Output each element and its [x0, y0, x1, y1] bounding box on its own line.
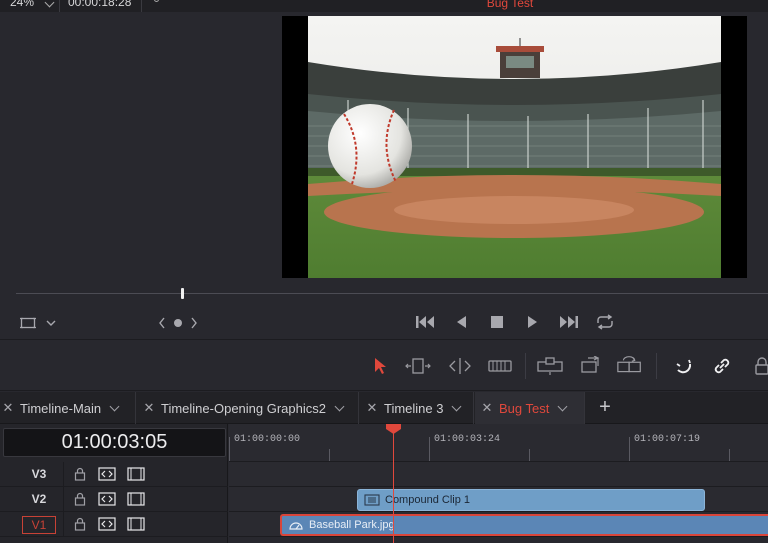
lock-icon[interactable]	[74, 517, 86, 531]
add-timeline-tab-button[interactable]: +	[596, 397, 614, 417]
track-enable-icon[interactable]	[127, 517, 145, 531]
chevron-down-icon[interactable]	[44, 313, 58, 333]
viewer-layout-icon[interactable]	[18, 313, 38, 333]
scrubber-handle[interactable]	[181, 288, 184, 299]
clip-label: Baseball Park.jpg	[309, 519, 395, 531]
marker-dot-icon[interactable]	[172, 313, 184, 333]
tab-timeline-opening-graphics2[interactable]: ✕ Timeline-Opening Graphics2	[137, 392, 359, 424]
zoom-value: 24%	[10, 0, 35, 9]
track-header-v2: V2	[0, 487, 228, 512]
track-divider	[63, 462, 64, 487]
playhead-line[interactable]	[393, 432, 394, 543]
overwrite-clip-icon[interactable]	[576, 354, 604, 378]
tab-label: Timeline-Opening Graphics2	[161, 400, 326, 416]
timeline-timecode[interactable]: 01:00:03:05	[3, 428, 226, 457]
clip-label: Compound Clip 1	[385, 494, 470, 506]
chevron-down-icon	[44, 0, 55, 8]
ruler-tick	[429, 437, 430, 461]
track-divider	[63, 512, 64, 537]
ruler-tick	[729, 449, 730, 461]
track-name[interactable]: V2	[22, 491, 56, 509]
tab-label: Bug Test	[499, 400, 550, 416]
tab-timeline-main[interactable]: ✕ Timeline-Main	[0, 392, 136, 424]
dynamic-trim-icon[interactable]	[446, 354, 474, 378]
scrubber-track[interactable]	[16, 293, 768, 294]
play-reverse-icon[interactable]	[452, 312, 470, 332]
ruler-tick	[629, 437, 630, 461]
compound-clip-icon	[364, 494, 380, 506]
viewer-image	[308, 16, 721, 278]
viewer-top-bar: 24% 00:00:18:28 Bug Test	[0, 0, 768, 12]
tab-label: Timeline-Main	[20, 400, 102, 416]
track-header-v3: V3	[0, 462, 228, 487]
lock-icon[interactable]	[74, 467, 86, 481]
image-clip-icon	[288, 518, 304, 532]
track-name[interactable]: V3	[22, 466, 56, 484]
source-timecode-value: 00:00:18:28	[68, 0, 132, 9]
transport-bar	[0, 306, 768, 340]
zoom-dropdown[interactable]: 24%	[0, 0, 60, 12]
chevron-down-icon[interactable]	[109, 401, 120, 411]
viewer-title: Bug Test	[486, 0, 534, 10]
source-timecode: 00:00:18:28	[62, 0, 142, 12]
position-lock-icon[interactable]	[748, 354, 768, 378]
selection-tool-icon[interactable]	[366, 354, 394, 378]
track-enable-icon[interactable]	[127, 492, 145, 506]
track-name-selected[interactable]: V1	[22, 516, 56, 534]
chevron-down-icon[interactable]	[557, 401, 568, 411]
compound-clip[interactable]: Compound Clip 1	[357, 489, 705, 511]
ruler-tick	[329, 449, 330, 461]
replace-clip-icon[interactable]	[616, 354, 644, 378]
ruler-label: 01:00:00:00	[234, 434, 301, 445]
loop-icon[interactable]	[594, 312, 616, 332]
timeline-ruler[interactable]: 01:00:00:00 01:00:03:24 01:00:07:19	[229, 424, 768, 462]
stop-icon[interactable]	[488, 312, 506, 332]
close-icon[interactable]: ✕	[364, 400, 380, 416]
edit-toolbar	[0, 341, 768, 391]
chevron-down-icon[interactable]	[334, 401, 345, 411]
tab-timeline-3[interactable]: ✕ Timeline 3	[360, 392, 474, 424]
auto-track-select-icon[interactable]	[98, 467, 116, 481]
ruler-label: 01:00:03:24	[434, 434, 501, 445]
toolbar-divider	[525, 353, 526, 379]
linked-selection-icon[interactable]	[708, 354, 736, 378]
track-lane-v3[interactable]	[229, 462, 768, 487]
ruler-tick	[229, 437, 230, 461]
jump-to-end-icon[interactable]	[558, 312, 580, 332]
toolbar-divider	[656, 353, 657, 379]
track-enable-icon[interactable]	[127, 467, 145, 481]
insert-clip-icon[interactable]	[536, 354, 564, 378]
track-divider	[63, 487, 64, 512]
options-dot-icon[interactable]	[154, 0, 159, 2]
timeline-tabs: ✕ Timeline-Main ✕ Timeline-Opening Graph…	[0, 392, 768, 424]
close-icon[interactable]: ✕	[479, 400, 495, 416]
tab-label: Timeline 3	[384, 400, 444, 416]
auto-track-select-icon[interactable]	[98, 517, 116, 531]
ruler-tick	[529, 449, 530, 461]
chevron-left-icon[interactable]	[156, 313, 168, 333]
jump-to-start-icon[interactable]	[414, 312, 436, 332]
chevron-right-icon[interactable]	[188, 313, 200, 333]
tab-bug-test[interactable]: ✕ Bug Test	[475, 392, 585, 424]
close-icon[interactable]: ✕	[0, 400, 16, 416]
track-header-v1: V1	[0, 512, 228, 537]
close-icon[interactable]: ✕	[141, 400, 157, 416]
auto-track-select-icon[interactable]	[98, 492, 116, 506]
snapping-icon[interactable]	[670, 354, 698, 378]
chevron-down-icon[interactable]	[452, 401, 462, 411]
ruler-label: 01:00:07:19	[634, 434, 701, 445]
play-icon[interactable]	[524, 312, 542, 332]
blade-tool-icon[interactable]	[486, 354, 514, 378]
lock-icon[interactable]	[74, 492, 86, 506]
image-clip[interactable]: Baseball Park.jpg	[280, 514, 768, 536]
trim-edit-icon[interactable]	[404, 354, 432, 378]
